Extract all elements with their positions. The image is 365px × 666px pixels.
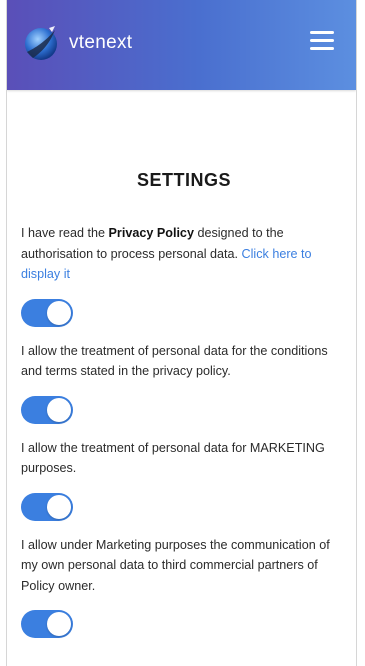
app-frame: vtenext SETTINGS I have read the Privacy… bbox=[6, 0, 357, 666]
navbar: vtenext bbox=[7, 0, 356, 90]
vtenext-logo-icon[interactable] bbox=[21, 22, 63, 64]
menu-line bbox=[310, 31, 334, 34]
menu-line bbox=[310, 39, 334, 42]
marketing-consent-toggle[interactable] bbox=[21, 492, 73, 521]
consent-text-start: I have read the bbox=[21, 226, 109, 240]
menu-line bbox=[310, 47, 334, 50]
page-title: SETTINGS bbox=[136, 170, 231, 190]
toggle-knob bbox=[47, 300, 71, 325]
brand-name[interactable]: vtenext bbox=[69, 32, 132, 54]
third-party-consent-toggle[interactable] bbox=[21, 610, 73, 638]
consent-terms: I allow the treatment of personal data f… bbox=[21, 341, 347, 424]
consent-text: I allow under Marketing purposes the com… bbox=[21, 537, 330, 593]
terms-consent-toggle[interactable] bbox=[21, 395, 73, 424]
consent-third-party: I allow under Marketing purposes the com… bbox=[21, 535, 347, 638]
consent-privacy-policy: I have read the Privacy Policy designed … bbox=[21, 223, 347, 327]
hamburger-menu-icon[interactable] bbox=[308, 28, 338, 54]
consent-text: I have read the Privacy Policy designed … bbox=[21, 223, 347, 285]
toggle-knob bbox=[47, 494, 71, 519]
consent-marketing: I allow the treatment of personal data f… bbox=[21, 438, 347, 521]
toggle-knob bbox=[47, 397, 71, 422]
settings-content: SETTINGS I have read the Privacy Policy … bbox=[21, 90, 347, 652]
consent-text: I allow the treatment of personal data f… bbox=[21, 440, 325, 476]
toggle-knob bbox=[47, 612, 71, 636]
privacy-policy-label: Privacy Policy bbox=[108, 226, 194, 240]
consent-text: I allow the treatment of personal data f… bbox=[21, 343, 328, 379]
privacy-policy-toggle[interactable] bbox=[21, 298, 73, 327]
